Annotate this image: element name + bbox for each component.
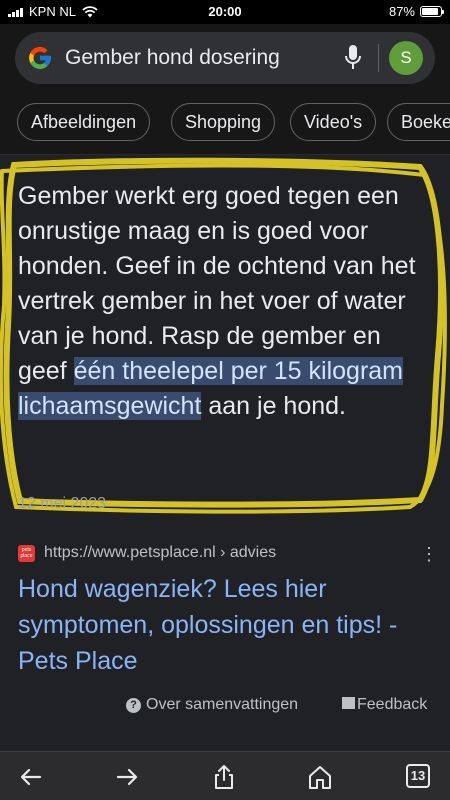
home-icon[interactable]	[307, 764, 333, 790]
battery-fill	[422, 8, 438, 15]
tabs-icon[interactable]: 13	[406, 764, 432, 790]
search-divider	[378, 44, 379, 72]
help-icon: ?	[126, 698, 141, 713]
browser-toolbar: 13	[0, 751, 450, 800]
petsplace-favicon-icon: pets place	[18, 545, 35, 562]
chip-shopping[interactable]: Shopping	[171, 103, 276, 141]
feedback-icon	[342, 697, 355, 709]
account-avatar[interactable]: S	[389, 41, 423, 75]
chip-images[interactable]: Afbeeldingen	[17, 103, 151, 141]
battery-icon	[420, 6, 444, 17]
snippet-text-start: Gember werkt erg goed tegen een onrustig…	[18, 182, 416, 385]
search-input[interactable]: Gember hond dosering	[65, 46, 280, 70]
search-box[interactable]: Gember hond dosering S	[15, 32, 435, 84]
status-right: 87%	[388, 4, 444, 19]
about-snippets-link[interactable]: ? Over samenvattingen	[126, 696, 298, 714]
chip-books[interactable]: Boeken	[387, 103, 450, 141]
chip-videos[interactable]: Video's	[290, 103, 377, 141]
result-title-link[interactable]: Hond wagenziek? Lees hier symptomen, opl…	[18, 571, 428, 679]
google-logo-icon	[29, 47, 51, 69]
feedback-link[interactable]: Feedback	[342, 696, 427, 714]
share-icon[interactable]	[211, 764, 237, 790]
feedback-label: Feedback	[357, 696, 428, 713]
back-arrow-icon[interactable]	[18, 764, 44, 790]
battery-percentage: 87%	[388, 4, 415, 19]
status-bar: KPN NL 20:00 87%	[0, 0, 450, 24]
snippet-date: 12 mei 2023	[18, 495, 107, 512]
about-snippets-label: Over samenvattingen	[146, 696, 299, 713]
tab-count: 13	[406, 764, 430, 788]
featured-snippet: Gember werkt erg goed tegen een onrustig…	[0, 154, 450, 739]
snippet-footer: ? Over samenvattingen Feedback	[0, 696, 450, 718]
microphone-icon[interactable]	[343, 44, 363, 72]
search-header: Gember hond dosering S	[0, 24, 450, 94]
clock: 20:00	[208, 4, 242, 19]
more-options-icon[interactable]: ⋮	[420, 543, 438, 565]
snippet-text: Gember werkt erg goed tegen een onrustig…	[18, 179, 433, 424]
source-url[interactable]: https://www.petsplace.nl › advies	[44, 544, 276, 562]
forward-arrow-icon[interactable]	[114, 764, 140, 790]
filter-chips: Afbeeldingen Shopping Video's Boeken	[0, 94, 450, 154]
snippet-text-end: aan je hond.	[201, 392, 346, 420]
source-row[interactable]: pets place https://www.petsplace.nl › ad…	[18, 543, 438, 565]
